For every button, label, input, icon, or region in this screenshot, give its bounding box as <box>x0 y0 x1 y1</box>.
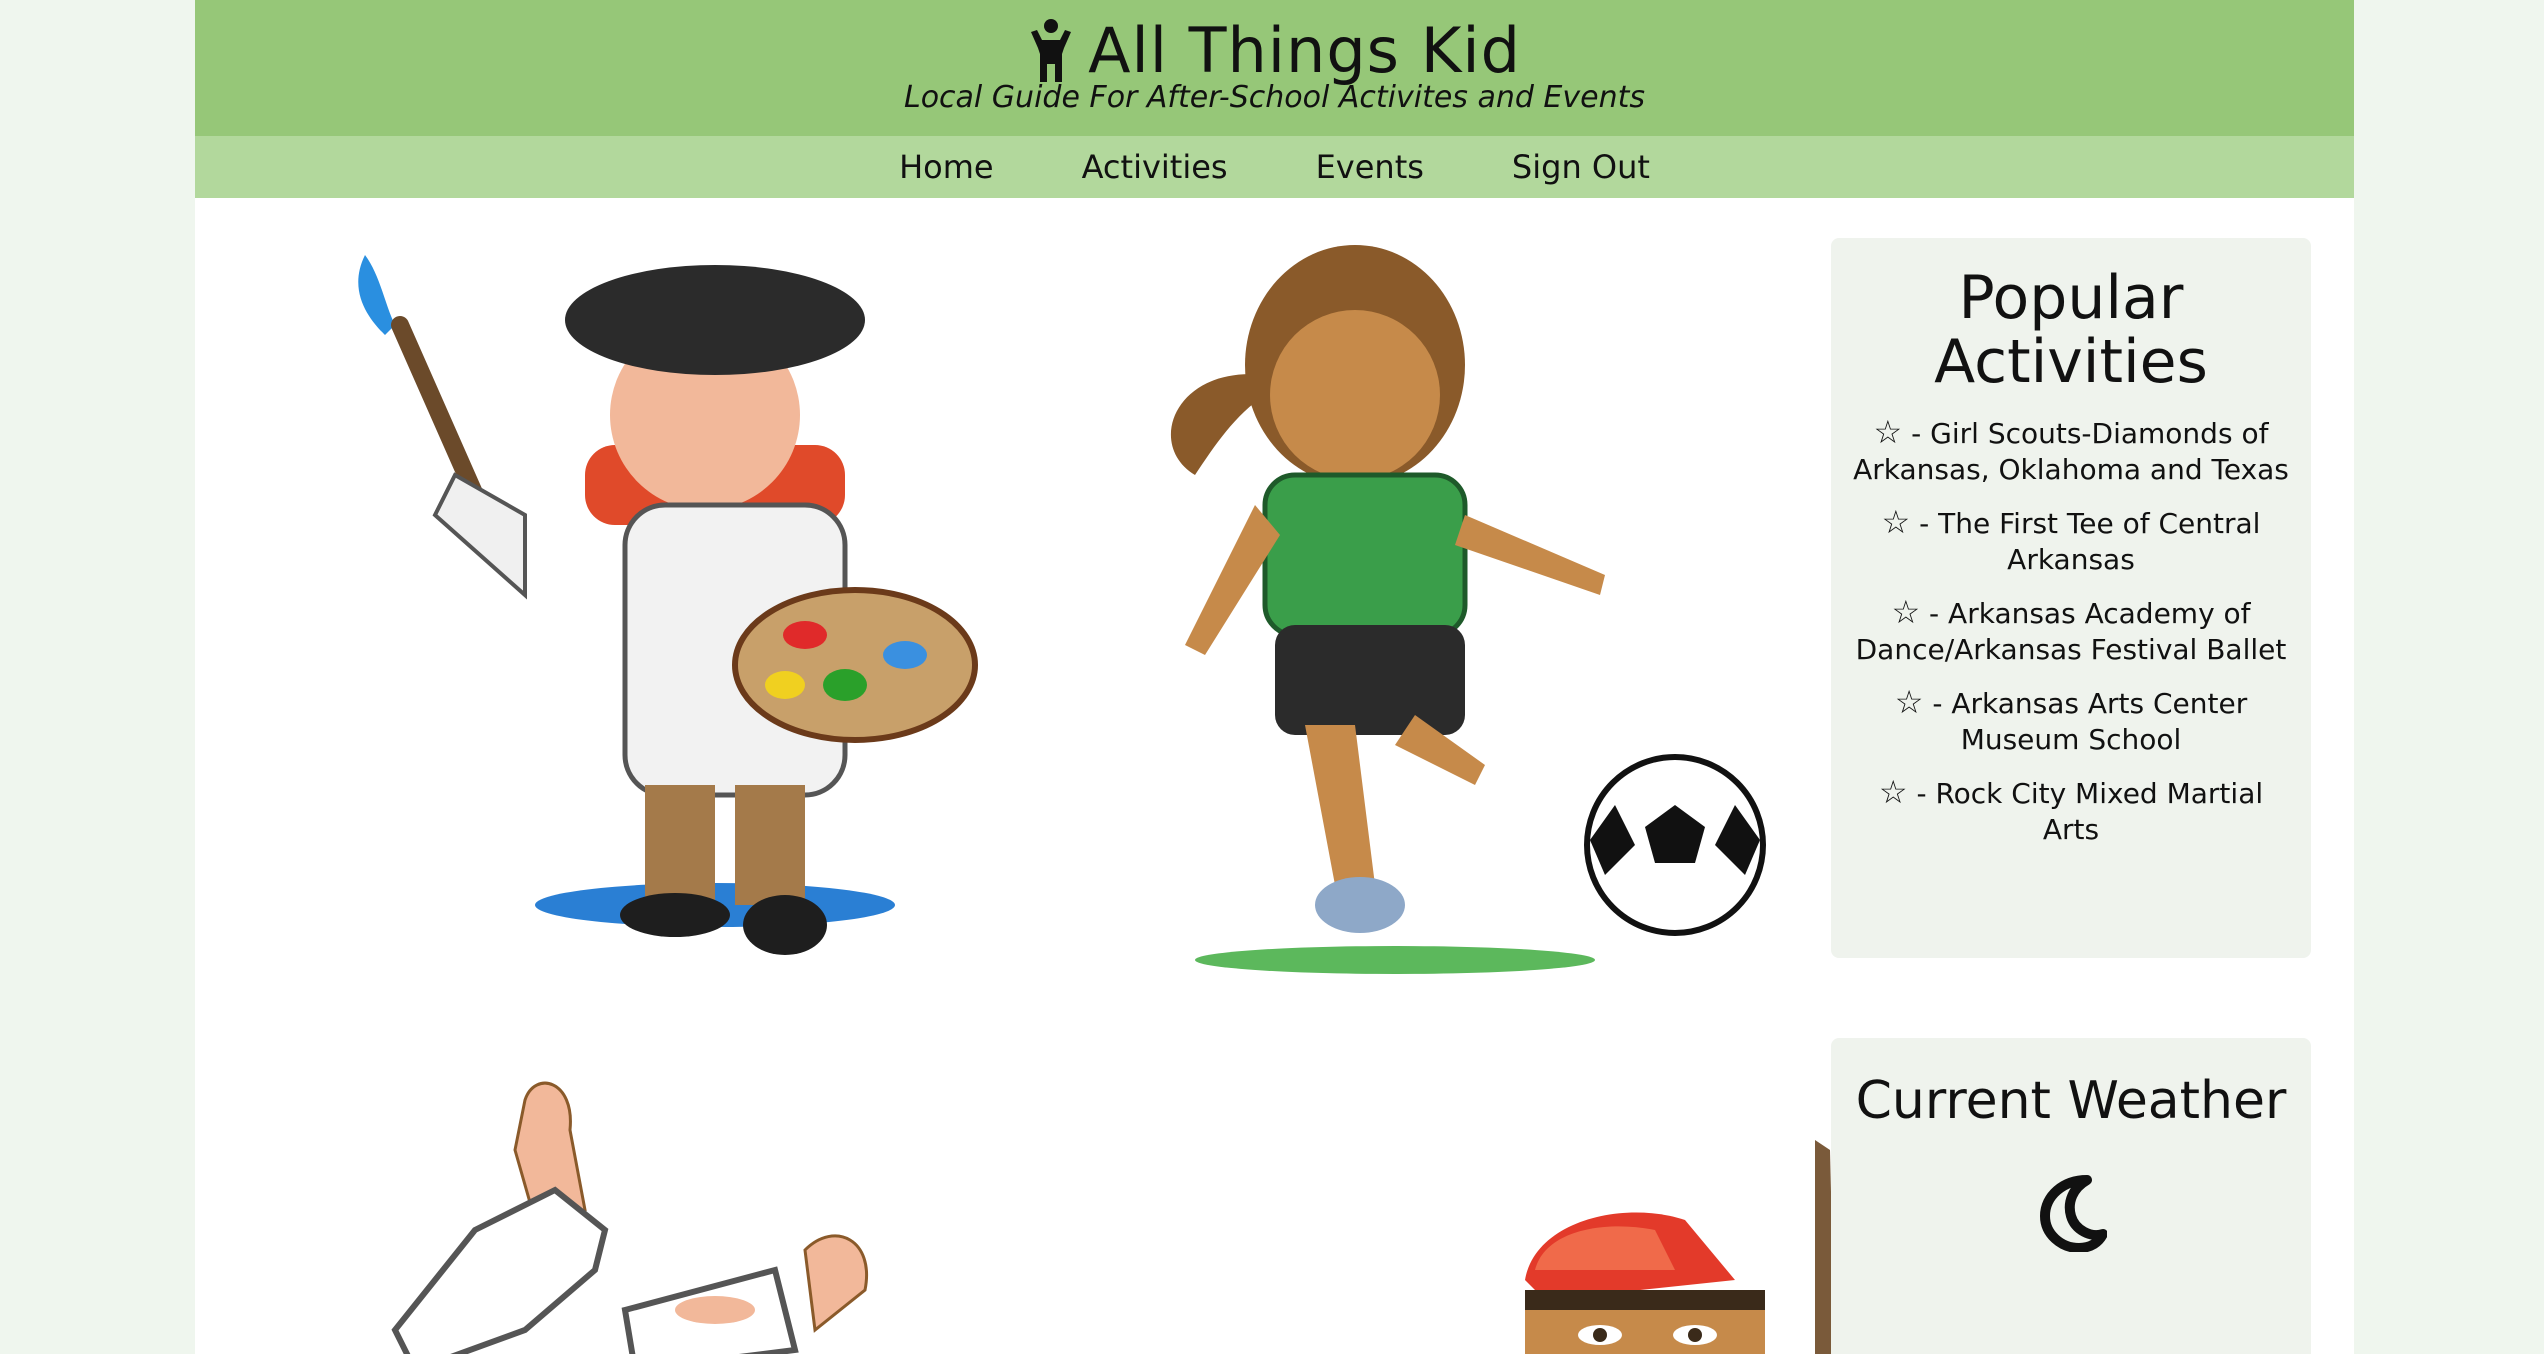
activity-label: - Rock City Mixed Martial Arts <box>1916 777 2264 846</box>
main-nav: Home Activities Events Sign Out <box>195 136 2354 198</box>
nav-events[interactable]: Events <box>1316 136 1424 198</box>
activity-label: - Arkansas Academy of Dance/Arkansas Fes… <box>1855 597 2287 666</box>
activity-item[interactable]: ☆ - Arkansas Arts Center Museum School <box>1853 684 2289 758</box>
star-icon[interactable]: ☆ <box>1879 773 1908 811</box>
activity-item[interactable]: ☆ - The First Tee of Central Arkansas <box>1853 504 2289 578</box>
current-weather-panel: Current Weather <box>1831 1038 2311 1354</box>
hiker-illustration[interactable] <box>1295 1130 1895 1354</box>
star-icon[interactable]: ☆ <box>1891 593 1920 631</box>
activity-label: - The First Tee of Central Arkansas <box>1919 507 2261 576</box>
nav-activities[interactable]: Activities <box>1082 136 1228 198</box>
star-icon[interactable]: ☆ <box>1882 503 1911 541</box>
site-header: All Things Kid Local Guide For After-Sch… <box>195 0 2354 136</box>
painter-illustration[interactable] <box>305 215 1085 975</box>
activity-item[interactable]: ☆ - Rock City Mixed Martial Arts <box>1853 774 2289 848</box>
current-weather-title: Current Weather <box>1855 1071 2287 1131</box>
karate-illustration[interactable] <box>375 1070 975 1354</box>
brand[interactable]: All Things Kid <box>195 14 2354 87</box>
site-title: All Things Kid <box>1088 14 1521 87</box>
star-icon[interactable]: ☆ <box>1895 683 1924 721</box>
child-icon <box>1031 18 1072 82</box>
activity-item[interactable]: ☆ - Girl Scouts-Diamonds of Arkansas, Ok… <box>1853 414 2289 488</box>
star-icon[interactable]: ☆ <box>1874 413 1903 451</box>
moon-icon <box>2040 1175 2107 1252</box>
soccer-illustration[interactable] <box>1055 245 1835 985</box>
nav-sign-out[interactable]: Sign Out <box>1512 136 1650 198</box>
site-tagline: Local Guide For After-School Activites a… <box>903 80 1646 115</box>
page: All Things Kid Local Guide For After-Sch… <box>195 0 2354 1354</box>
activity-label: - Girl Scouts-Diamonds of Arkansas, Okla… <box>1853 417 2289 486</box>
activity-item[interactable]: ☆ - Arkansas Academy of Dance/Arkansas F… <box>1853 594 2289 668</box>
nav-home[interactable]: Home <box>899 136 994 198</box>
popular-activities-title: Popular Activities <box>1934 263 2208 397</box>
activity-label: - Arkansas Arts Center Museum School <box>1932 687 2248 756</box>
popular-activities-panel: Popular Activities ☆ - Girl Scouts-Diamo… <box>1831 238 2311 958</box>
